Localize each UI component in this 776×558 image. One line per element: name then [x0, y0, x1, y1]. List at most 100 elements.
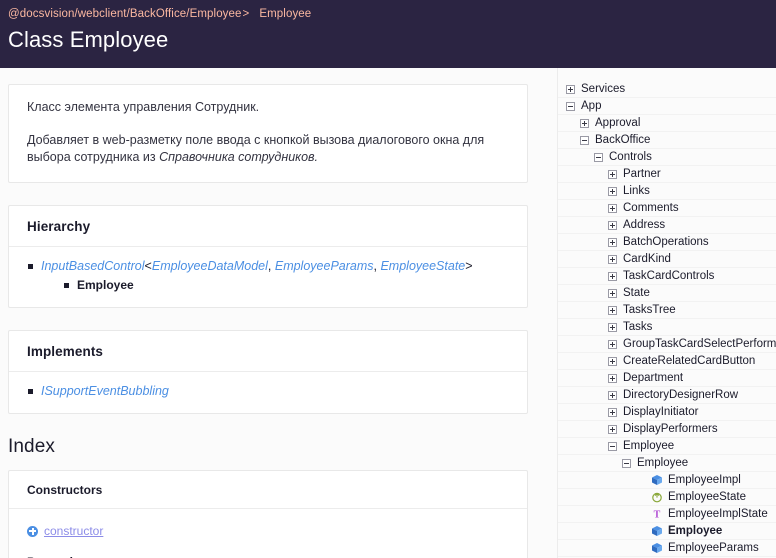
tree-node-label: DirectoryDesignerRow [623, 388, 739, 401]
tree-node-taskcardcontrols[interactable]: TaskCardControls [558, 268, 776, 285]
tree-node-label: GroupTaskCardSelectPerformers [623, 337, 776, 350]
generic-open-bracket: < [144, 259, 152, 273]
expand-plus-icon[interactable] [608, 237, 617, 247]
expand-plus-icon[interactable] [608, 339, 617, 349]
tree-node-employee[interactable]: Employee [558, 523, 776, 540]
type-alias-icon: T [651, 508, 663, 521]
bullet-icon [28, 389, 33, 394]
expand-plus-icon[interactable] [608, 288, 617, 298]
generic-arg-0[interactable]: EmployeeDataModel [152, 259, 268, 273]
expand-plus-icon[interactable] [608, 220, 617, 230]
class-cube-icon [651, 525, 663, 537]
constructor-icon [27, 525, 38, 537]
expand-plus-icon[interactable] [608, 186, 617, 196]
expand-plus-icon[interactable] [608, 305, 617, 315]
breadcrumb-separator: > [242, 8, 250, 20]
tree-node-department[interactable]: Department [558, 370, 776, 387]
tree-root: Services App Approval BackOffice Controls Par… [558, 81, 776, 557]
generic-arg-1[interactable]: EmployeeParams [275, 259, 374, 273]
tree-node-approval[interactable]: Approval [558, 115, 776, 132]
tree-node-employeeimpl[interactable]: EmployeeImpl [558, 472, 776, 489]
tree-node-employeeimplstate[interactable]: T EmployeeImplState [558, 506, 776, 523]
hierarchy-base-item: InputBasedControl<EmployeeDataModel, Emp… [27, 257, 509, 295]
hierarchy-base-link[interactable]: InputBasedControl [41, 259, 145, 273]
tree-node-app[interactable]: App [558, 98, 776, 115]
tree-node-services[interactable]: Services [558, 81, 776, 98]
bullet-icon [64, 283, 69, 288]
hierarchy-list: InputBasedControl<EmployeeDataModel, Emp… [27, 257, 509, 295]
tree-node-taskstree[interactable]: TasksTree [558, 302, 776, 319]
expand-plus-icon[interactable] [566, 84, 575, 94]
page-body: Класс элемента управления Сотрудник. Доб… [0, 68, 776, 558]
expand-plus-icon[interactable] [608, 322, 617, 332]
expand-plus-icon[interactable] [608, 271, 617, 281]
constructors-heading: Constructors [27, 483, 103, 497]
tree-node-label: EmployeeParams [668, 541, 759, 554]
tree-node-tasks[interactable]: Tasks [558, 319, 776, 336]
tree-node-label: Department [623, 371, 684, 384]
tree-node-directorydesignerrow[interactable]: DirectoryDesignerRow [558, 387, 776, 404]
description-card: Класс элемента управления Сотрудник. Доб… [8, 84, 528, 183]
collapse-minus-icon[interactable] [580, 135, 589, 145]
collapse-minus-icon[interactable] [608, 441, 617, 451]
collapse-minus-icon[interactable] [622, 458, 631, 468]
tree-node-label: Links [623, 184, 650, 197]
tree-node-displayinitiator[interactable]: DisplayInitiator [558, 404, 776, 421]
hierarchy-heading: Hierarchy [9, 206, 527, 247]
breadcrumb-path-link[interactable]: @docsvision/webclient/BackOffice/Employe… [8, 8, 242, 20]
svg-text:T: T [654, 510, 661, 521]
tree-node-cardkind[interactable]: CardKind [558, 251, 776, 268]
tree-node-comments[interactable]: Comments [558, 200, 776, 217]
generic-comma-0: , [267, 259, 275, 273]
tree-node-state[interactable]: State [558, 285, 776, 302]
tree-node-label: Controls [609, 150, 652, 163]
expand-plus-icon[interactable] [608, 373, 617, 383]
expand-plus-icon[interactable] [608, 424, 617, 434]
constructor-label: constructor [44, 524, 104, 538]
tree-node-grouptaskcardselectperformers[interactable]: GroupTaskCardSelectPerformers [558, 336, 776, 353]
collapse-minus-icon[interactable] [594, 152, 603, 162]
expand-plus-icon[interactable] [608, 356, 617, 366]
index-card: Constructors constructor Properties [8, 470, 528, 558]
tree-node-label: Comments [623, 201, 679, 214]
tree-node-label: BatchOperations [623, 235, 709, 248]
tree-node-displayperformers[interactable]: DisplayPerformers [558, 421, 776, 438]
tree-node-employee[interactable]: Employee [558, 455, 776, 472]
constructors-items: constructor [9, 509, 527, 555]
tree-node-links[interactable]: Links [558, 183, 776, 200]
generic-close-bracket: > [465, 259, 473, 273]
expand-plus-icon[interactable] [608, 407, 617, 417]
tree-node-batchoperations[interactable]: BatchOperations [558, 234, 776, 251]
tree-node-controls[interactable]: Controls [558, 149, 776, 166]
expand-plus-icon[interactable] [608, 203, 617, 213]
expand-plus-icon[interactable] [608, 390, 617, 400]
tree-node-partner[interactable]: Partner [558, 166, 776, 183]
description-paragraph-2: Добавляет в web-разметку поле ввода с кн… [27, 132, 509, 166]
tree-node-employee[interactable]: Employee [558, 438, 776, 455]
implements-list: ISupportEventBubbling [27, 382, 509, 401]
expand-plus-icon[interactable] [608, 169, 617, 179]
implements-link[interactable]: ISupportEventBubbling [41, 384, 169, 398]
tree-node-createrelatedcardbutton[interactable]: CreateRelatedCardButton [558, 353, 776, 370]
collapse-minus-icon[interactable] [566, 101, 575, 111]
tree-node-label: TaskCardControls [623, 269, 715, 282]
hierarchy-child-label: Employee [77, 278, 134, 292]
tree-node-label: EmployeeState [668, 490, 746, 503]
constructor-link[interactable]: constructor [27, 522, 509, 540]
generic-arg-2[interactable]: EmployeeState [380, 259, 465, 273]
tree-node-label: DisplayPerformers [623, 422, 718, 435]
implements-heading: Implements [9, 331, 527, 372]
tree-node-employeestate[interactable]: EmployeeState [558, 489, 776, 506]
hierarchy-card: Hierarchy InputBasedControl<EmployeeData… [8, 205, 528, 308]
tree-node-employeeparams[interactable]: EmployeeParams [558, 540, 776, 557]
tree-node-address[interactable]: Address [558, 217, 776, 234]
navigation-tree[interactable]: Services App Approval BackOffice Controls Par… [557, 68, 776, 558]
expand-plus-icon[interactable] [608, 254, 617, 264]
tree-node-backoffice[interactable]: BackOffice [558, 132, 776, 149]
tree-node-label: CardKind [623, 252, 671, 265]
tree-node-label: EmployeeImpl [668, 473, 741, 486]
expand-plus-icon[interactable] [580, 118, 589, 128]
description-paragraph-1: Класс элемента управления Сотрудник. [27, 100, 260, 114]
